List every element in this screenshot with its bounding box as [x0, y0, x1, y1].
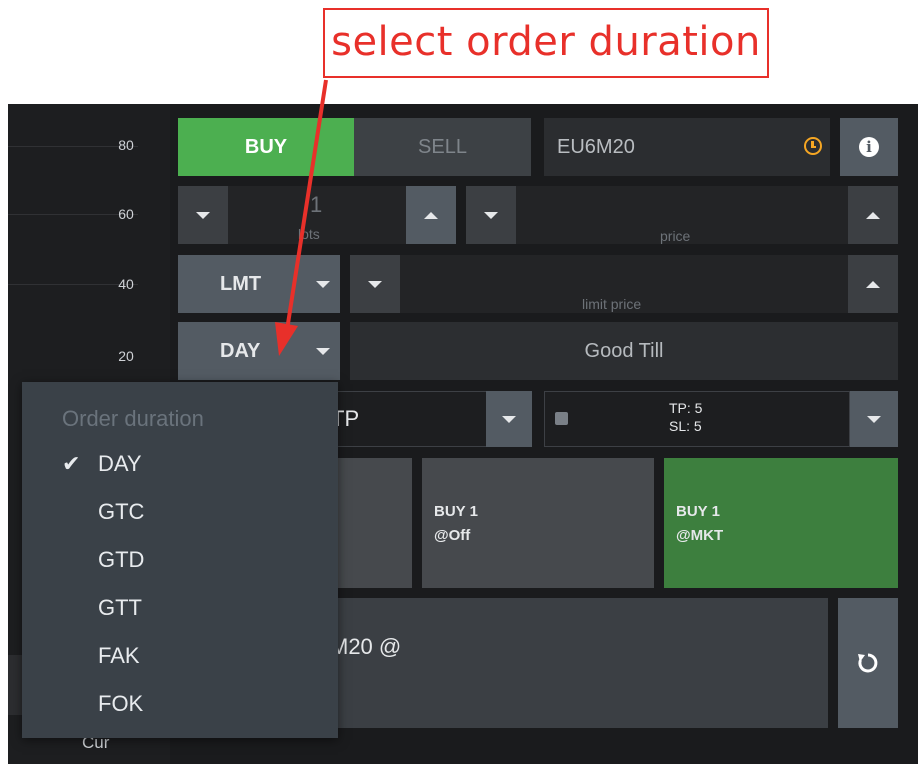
- symbol-value: EU6M20: [557, 135, 635, 158]
- triangle-down-icon: [484, 211, 498, 219]
- refresh-icon: [858, 653, 878, 673]
- duration-dropdown-button[interactable]: [306, 322, 340, 380]
- order-summary: M20 @: [300, 598, 828, 728]
- chevron-down-icon: [316, 280, 330, 288]
- menu-item-fak[interactable]: FAK: [98, 636, 358, 676]
- menu-item-day[interactable]: ✔ DAY: [62, 444, 322, 484]
- quantity-label: lots: [298, 226, 320, 242]
- limit-price-increase-button[interactable]: [848, 255, 898, 313]
- check-icon: ✔: [62, 451, 81, 476]
- checkbox-icon[interactable]: [555, 412, 568, 425]
- menu-header: Order duration: [62, 406, 204, 431]
- menu-item-gtt[interactable]: GTT: [98, 588, 358, 628]
- order-type-select[interactable]: LMT: [178, 255, 306, 313]
- menu-item-label: FOK: [98, 691, 144, 716]
- bracket-dropdown-button[interactable]: [486, 391, 532, 447]
- triangle-down-icon: [196, 211, 210, 219]
- annotation-callout: select order duration: [323, 8, 769, 78]
- buy-at-offer-button[interactable]: BUY 1 @Off: [422, 458, 654, 588]
- price-label: price: [660, 228, 691, 244]
- menu-item-fok[interactable]: FOK: [98, 684, 358, 724]
- clock-icon[interactable]: [804, 137, 822, 155]
- quantity-value: 1: [310, 192, 323, 217]
- order-type-value: LMT: [220, 272, 262, 295]
- chevron-down-icon: [867, 415, 881, 423]
- menu-item-label: DAY: [98, 451, 142, 476]
- order-button-line1: BUY 1: [676, 503, 720, 520]
- triangle-down-icon: [368, 280, 382, 288]
- axis-tick: 40: [118, 276, 134, 292]
- triangle-up-icon: [866, 280, 880, 288]
- triangle-up-icon: [866, 211, 880, 219]
- limit-price-label: limit price: [582, 296, 642, 312]
- axis-tick: 20: [118, 348, 134, 364]
- limit-price-decrease-button[interactable]: [350, 255, 400, 313]
- order-button-line2: @MKT: [676, 527, 724, 544]
- buy-at-market-button[interactable]: BUY 1 @MKT: [664, 458, 898, 588]
- tp-sl-dropdown-button[interactable]: [850, 391, 898, 447]
- menu-item-label: GTT: [98, 595, 142, 620]
- menu-item-label: FAK: [98, 643, 140, 668]
- price-increase-button[interactable]: [848, 186, 898, 244]
- info-button[interactable]: i: [840, 118, 898, 176]
- good-till-label: Good Till: [584, 339, 664, 362]
- sell-tab[interactable]: SELL: [354, 118, 531, 176]
- buy-tab[interactable]: BUY: [178, 118, 354, 176]
- axis-tick: 80: [118, 137, 134, 153]
- reset-button[interactable]: [838, 598, 898, 728]
- info-icon: i: [859, 137, 879, 157]
- order-button-line1: BUY 1: [434, 503, 478, 520]
- menu-item-label: GTD: [98, 547, 145, 572]
- good-till-field[interactable]: Good Till: [350, 322, 898, 380]
- quantity-decrease-button[interactable]: [178, 186, 228, 244]
- order-button-line2: @Off: [434, 527, 471, 544]
- triangle-up-icon: [424, 211, 438, 219]
- chevron-down-icon: [502, 415, 516, 423]
- symbol-field[interactable]: EU6M20: [544, 118, 830, 176]
- price-decrease-button[interactable]: [466, 186, 516, 244]
- tp-sl-box[interactable]: TP: 5 SL: 5: [544, 391, 850, 447]
- menu-item-gtc[interactable]: GTC: [98, 492, 358, 532]
- menu-item-label: GTC: [98, 499, 145, 524]
- duration-select[interactable]: DAY: [178, 322, 306, 380]
- menu-item-gtd[interactable]: GTD: [98, 540, 358, 580]
- stop-loss-value: SL: 5: [669, 418, 702, 434]
- order-type-dropdown-button[interactable]: [306, 255, 340, 313]
- chevron-down-icon: [316, 347, 330, 355]
- take-profit-value: TP: 5: [669, 400, 703, 416]
- quantity-increase-button[interactable]: [406, 186, 456, 244]
- axis-tick: 60: [118, 206, 134, 222]
- duration-value: DAY: [220, 339, 261, 362]
- order-duration-menu: Order duration ✔ DAY GTC GTD GTT FAK FOK: [22, 382, 338, 738]
